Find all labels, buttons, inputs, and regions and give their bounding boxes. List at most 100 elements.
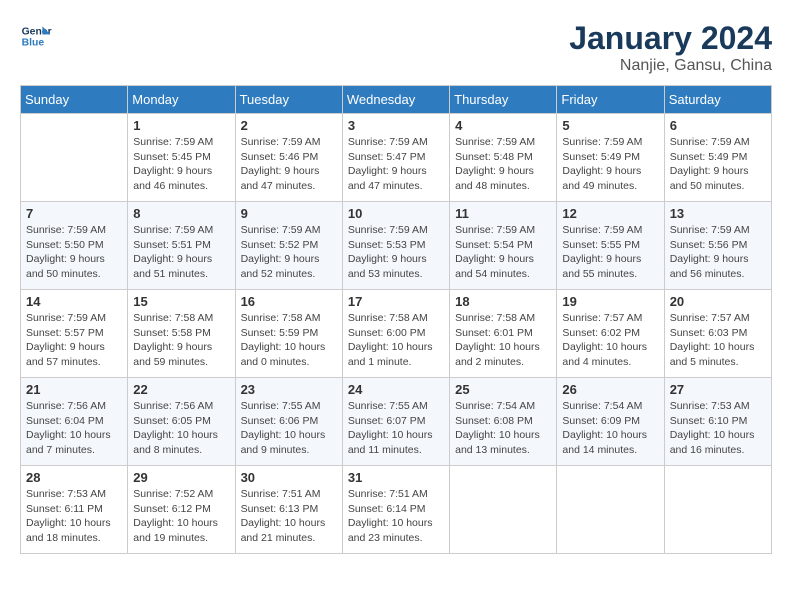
calendar-cell: 24 Sunrise: 7:55 AMSunset: 6:07 PMDayligh… xyxy=(342,378,449,466)
title-section: January 2024 Nanjie, Gansu, China xyxy=(569,20,772,75)
calendar-cell: 9 Sunrise: 7:59 AMSunset: 5:52 PMDaylight… xyxy=(235,202,342,290)
calendar-cell: 28Sunrise: 7:53 AMSunset: 6:11 PMDayligh… xyxy=(21,466,128,554)
day-info: Sunrise: 7:59 AMSunset: 5:52 PMDaylight:… xyxy=(241,223,337,282)
day-number: 24 xyxy=(348,382,444,397)
calendar-cell: 30Sunrise: 7:51 AMSunset: 6:13 PMDayligh… xyxy=(235,466,342,554)
day-info: Sunrise: 7:59 AMSunset: 5:57 PMDaylight:… xyxy=(26,311,122,370)
week-row-1: 1 Sunrise: 7:59 AMSunset: 5:45 PMDaylight… xyxy=(21,114,772,202)
calendar-cell: 2 Sunrise: 7:59 AMSunset: 5:46 PMDaylight… xyxy=(235,114,342,202)
calendar-cell: 12Sunrise: 7:59 AMSunset: 5:55 PMDayligh… xyxy=(557,202,664,290)
day-header-sunday: Sunday xyxy=(21,86,128,114)
calendar-cell: 18Sunrise: 7:58 AMSunset: 6:01 PMDayligh… xyxy=(450,290,557,378)
day-number: 8 xyxy=(133,206,229,221)
day-number: 11 xyxy=(455,206,551,221)
calendar-table: SundayMondayTuesdayWednesdayThursdayFrid… xyxy=(20,85,772,554)
day-info: Sunrise: 7:59 AMSunset: 5:49 PMDaylight:… xyxy=(562,135,658,194)
calendar-cell: 19Sunrise: 7:57 AMSunset: 6:02 PMDayligh… xyxy=(557,290,664,378)
days-of-week-row: SundayMondayTuesdayWednesdayThursdayFrid… xyxy=(21,86,772,114)
day-info: Sunrise: 7:59 AMSunset: 5:55 PMDaylight:… xyxy=(562,223,658,282)
calendar-cell: 20 Sunrise: 7:57 AMSunset: 6:03 PMDayligh… xyxy=(664,290,771,378)
day-number: 10 xyxy=(348,206,444,221)
calendar-cell: 15Sunrise: 7:58 AMSunset: 5:58 PMDayligh… xyxy=(128,290,235,378)
day-info: Sunrise: 7:59 AMSunset: 5:53 PMDaylight:… xyxy=(348,223,444,282)
calendar-cell: 25Sunrise: 7:54 AMSunset: 6:08 PMDayligh… xyxy=(450,378,557,466)
day-number: 20 xyxy=(670,294,766,309)
day-number: 17 xyxy=(348,294,444,309)
calendar-cell: 8 Sunrise: 7:59 AMSunset: 5:51 PMDaylight… xyxy=(128,202,235,290)
day-info: Sunrise: 7:58 AMSunset: 5:59 PMDaylight:… xyxy=(241,311,337,370)
day-info: Sunrise: 7:56 AMSunset: 6:04 PMDaylight:… xyxy=(26,399,122,458)
day-number: 13 xyxy=(670,206,766,221)
day-info: Sunrise: 7:53 AMSunset: 6:10 PMDaylight:… xyxy=(670,399,766,458)
day-number: 31 xyxy=(348,470,444,485)
day-header-saturday: Saturday xyxy=(664,86,771,114)
day-number: 1 xyxy=(133,118,229,133)
day-info: Sunrise: 7:57 AMSunset: 6:03 PMDaylight:… xyxy=(670,311,766,370)
day-info: Sunrise: 7:55 AMSunset: 6:07 PMDaylight:… xyxy=(348,399,444,458)
calendar-cell: 5 Sunrise: 7:59 AMSunset: 5:49 PMDaylight… xyxy=(557,114,664,202)
day-number: 26 xyxy=(562,382,658,397)
day-number: 16 xyxy=(241,294,337,309)
page-header: General Blue January 2024 Nanjie, Gansu,… xyxy=(20,20,772,75)
day-info: Sunrise: 7:59 AMSunset: 5:45 PMDaylight:… xyxy=(133,135,229,194)
calendar-cell: 4 Sunrise: 7:59 AMSunset: 5:48 PMDaylight… xyxy=(450,114,557,202)
calendar-cell: 26 Sunrise: 7:54 AMSunset: 6:09 PMDayligh… xyxy=(557,378,664,466)
week-row-2: 7Sunrise: 7:59 AMSunset: 5:50 PMDaylight… xyxy=(21,202,772,290)
day-info: Sunrise: 7:59 AMSunset: 5:51 PMDaylight:… xyxy=(133,223,229,282)
calendar-cell: 7Sunrise: 7:59 AMSunset: 5:50 PMDaylight… xyxy=(21,202,128,290)
calendar-cell: 31Sunrise: 7:51 AMSunset: 6:14 PMDayligh… xyxy=(342,466,449,554)
calendar-cell xyxy=(450,466,557,554)
calendar-cell: 14 Sunrise: 7:59 AMSunset: 5:57 PMDayligh… xyxy=(21,290,128,378)
day-number: 23 xyxy=(241,382,337,397)
calendar-cell: 16 Sunrise: 7:58 AMSunset: 5:59 PMDayligh… xyxy=(235,290,342,378)
calendar-cell: 10 Sunrise: 7:59 AMSunset: 5:53 PMDayligh… xyxy=(342,202,449,290)
day-info: Sunrise: 7:57 AMSunset: 6:02 PMDaylight:… xyxy=(562,311,658,370)
day-number: 22 xyxy=(133,382,229,397)
week-row-4: 21 Sunrise: 7:56 AMSunset: 6:04 PMDayligh… xyxy=(21,378,772,466)
calendar-cell: 11 Sunrise: 7:59 AMSunset: 5:54 PMDayligh… xyxy=(450,202,557,290)
day-number: 21 xyxy=(26,382,122,397)
day-number: 27 xyxy=(670,382,766,397)
logo-icon: General Blue xyxy=(20,20,52,52)
calendar-cell: 23Sunrise: 7:55 AMSunset: 6:06 PMDayligh… xyxy=(235,378,342,466)
day-info: Sunrise: 7:58 AMSunset: 6:00 PMDaylight:… xyxy=(348,311,444,370)
day-header-wednesday: Wednesday xyxy=(342,86,449,114)
day-header-friday: Friday xyxy=(557,86,664,114)
day-number: 5 xyxy=(562,118,658,133)
day-number: 2 xyxy=(241,118,337,133)
day-number: 14 xyxy=(26,294,122,309)
calendar-cell: 22 Sunrise: 7:56 AMSunset: 6:05 PMDayligh… xyxy=(128,378,235,466)
day-info: Sunrise: 7:59 AMSunset: 5:54 PMDaylight:… xyxy=(455,223,551,282)
day-number: 6 xyxy=(670,118,766,133)
svg-text:Blue: Blue xyxy=(22,38,45,49)
calendar-subtitle: Nanjie, Gansu, China xyxy=(569,57,772,75)
week-row-5: 28Sunrise: 7:53 AMSunset: 6:11 PMDayligh… xyxy=(21,466,772,554)
day-number: 3 xyxy=(348,118,444,133)
day-info: Sunrise: 7:56 AMSunset: 6:05 PMDaylight:… xyxy=(133,399,229,458)
day-info: Sunrise: 7:59 AMSunset: 5:46 PMDaylight:… xyxy=(241,135,337,194)
calendar-cell: 6 Sunrise: 7:59 AMSunset: 5:49 PMDaylight… xyxy=(664,114,771,202)
day-info: Sunrise: 7:59 AMSunset: 5:56 PMDaylight:… xyxy=(670,223,766,282)
calendar-cell: 21 Sunrise: 7:56 AMSunset: 6:04 PMDayligh… xyxy=(21,378,128,466)
day-info: Sunrise: 7:58 AMSunset: 6:01 PMDaylight:… xyxy=(455,311,551,370)
day-info: Sunrise: 7:53 AMSunset: 6:11 PMDaylight:… xyxy=(26,487,122,546)
day-info: Sunrise: 7:59 AMSunset: 5:49 PMDaylight:… xyxy=(670,135,766,194)
day-number: 4 xyxy=(455,118,551,133)
day-info: Sunrise: 7:54 AMSunset: 6:09 PMDaylight:… xyxy=(562,399,658,458)
calendar-cell xyxy=(664,466,771,554)
calendar-cell: 27 Sunrise: 7:53 AMSunset: 6:10 PMDayligh… xyxy=(664,378,771,466)
calendar-body: 1 Sunrise: 7:59 AMSunset: 5:45 PMDaylight… xyxy=(21,114,772,554)
calendar-title: January 2024 xyxy=(569,20,772,57)
day-info: Sunrise: 7:52 AMSunset: 6:12 PMDaylight:… xyxy=(133,487,229,546)
day-info: Sunrise: 7:54 AMSunset: 6:08 PMDaylight:… xyxy=(455,399,551,458)
calendar-cell: 13 Sunrise: 7:59 AMSunset: 5:56 PMDayligh… xyxy=(664,202,771,290)
week-row-3: 14 Sunrise: 7:59 AMSunset: 5:57 PMDayligh… xyxy=(21,290,772,378)
calendar-cell xyxy=(557,466,664,554)
day-header-tuesday: Tuesday xyxy=(235,86,342,114)
day-info: Sunrise: 7:59 AMSunset: 5:50 PMDaylight:… xyxy=(26,223,122,282)
calendar-header: SundayMondayTuesdayWednesdayThursdayFrid… xyxy=(21,86,772,114)
day-number: 9 xyxy=(241,206,337,221)
day-info: Sunrise: 7:59 AMSunset: 5:48 PMDaylight:… xyxy=(455,135,551,194)
calendar-cell xyxy=(21,114,128,202)
calendar-cell: 1 Sunrise: 7:59 AMSunset: 5:45 PMDaylight… xyxy=(128,114,235,202)
